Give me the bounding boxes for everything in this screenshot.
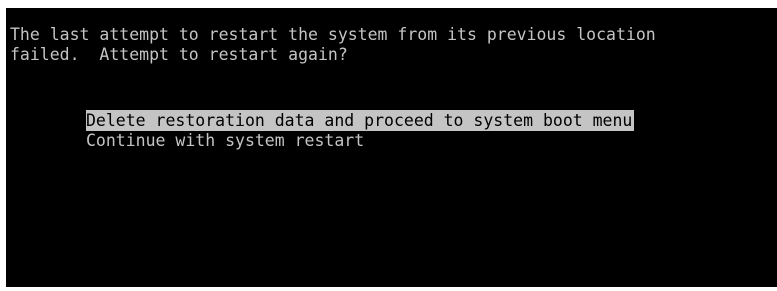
error-message-line-1: The last attempt to restart the system f… xyxy=(10,25,656,44)
error-message-line-2: failed. Attempt to restart again? xyxy=(10,45,348,64)
boot-screen: The last attempt to restart the system f… xyxy=(6,8,777,287)
menu-option-delete-restoration-data[interactable]: Delete restoration data and proceed to s… xyxy=(86,110,635,131)
menu-option-continue-restart[interactable]: Continue with system restart xyxy=(86,130,364,151)
